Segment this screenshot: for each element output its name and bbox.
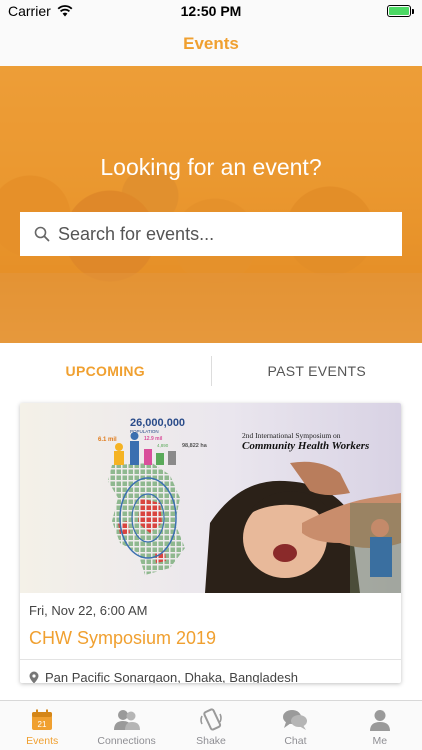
location-pin-icon [29,671,39,683]
navigation-bar: Events [0,22,422,66]
tabbar-chat[interactable]: Chat [253,701,337,750]
tabbar-connections[interactable]: Connections [84,701,168,750]
event-card[interactable]: 26,000,000 POPULATION 6.1 mil 12.9 mil 4… [20,403,401,683]
search-input[interactable] [58,223,388,245]
search-icon [34,226,50,242]
poster-stat-right: 98,822 ha [182,443,208,449]
bottom-tab-bar: 21 Events Connections Shake Chat Me [0,700,422,750]
poster-population: 26,000,000 [130,417,185,429]
tabbar-events[interactable]: 21 Events [0,701,84,750]
carrier-label: Carrier [8,3,51,19]
event-location-text: Pan Pacific Sonargaon, Dhaka, Bangladesh [45,670,298,683]
hero-heading: Looking for an event? [100,154,322,180]
calendar-icon: 21 [32,709,53,730]
wifi-icon [57,5,73,17]
status-bar: Carrier 12:50 PM [0,0,422,22]
tabbar-label-chat: Chat [284,735,307,747]
tab-upcoming[interactable]: UPCOMING [0,363,211,379]
poster-headline-2: Community Health Workers [242,440,369,452]
event-poster: 26,000,000 POPULATION 6.1 mil 12.9 mil 4… [98,417,401,593]
tabbar-label-events: Events [26,735,59,747]
connections-icon [113,710,140,730]
tabbar-label-connections: Connections [97,735,156,747]
shake-phone-icon [200,708,222,731]
tabbar-label-me: Me [372,735,388,747]
event-date: Fri, Nov 22, 6:00 AM [29,603,148,618]
tabbar-shake[interactable]: Shake [169,701,253,750]
person-icon [369,710,390,731]
event-list: 26,000,000 POPULATION 6.1 mil 12.9 mil 4… [0,399,422,700]
tabbar-label-shake: Shake [196,735,226,747]
chat-bubbles-icon [283,710,308,730]
card-divider [20,659,401,660]
search-box[interactable] [20,212,402,256]
event-location: Pan Pacific Sonargaon, Dhaka, Bangladesh [29,670,392,683]
page-title: Events [183,34,239,53]
tabbar-me[interactable]: Me [338,701,422,750]
hero-banner: Looking for an event? [0,66,422,343]
event-image: 26,000,000 POPULATION 6.1 mil 12.9 mil 4… [20,403,401,593]
poster-stat-mid: 12.9 mil [144,436,163,442]
calendar-day-number: 21 [38,720,47,729]
tab-past-events[interactable]: PAST EVENTS [212,363,422,379]
battery-icon [387,5,414,17]
poster-population-label: POPULATION [130,429,159,434]
poster-stat-mid2: 4,890 [157,443,169,448]
event-tabs: UPCOMING PAST EVENTS [0,343,422,399]
event-title[interactable]: CHW Symposium 2019 [29,628,392,649]
poster-headline-1: 2nd International Symposium on [242,431,341,440]
poster-stat-left: 6.1 mil [98,437,117,443]
